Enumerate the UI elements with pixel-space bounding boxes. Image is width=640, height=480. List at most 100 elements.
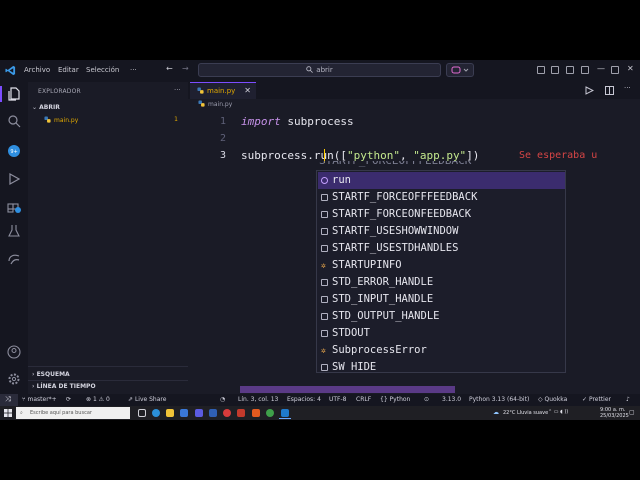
python-file-icon (198, 100, 205, 107)
method-icon (321, 177, 328, 184)
menu-more[interactable]: ··· (130, 66, 137, 74)
explorer-icon[interactable] (7, 87, 21, 101)
prettier-status[interactable]: ✓ Prettier (582, 396, 611, 403)
maximize-icon[interactable] (611, 66, 619, 74)
tray-icons[interactable]: ⌃ ▭ ◖ )) (548, 409, 568, 415)
end-of-line[interactable]: CRLF (356, 396, 371, 403)
menu-seleccion[interactable]: Selección (86, 66, 119, 74)
nav-back-icon[interactable]: ← (166, 64, 173, 73)
file-name: main.py (54, 117, 79, 124)
outline-section[interactable]: › ESQUEMA (32, 371, 70, 378)
remote-icon: ⤨ (5, 395, 11, 403)
app-icon[interactable] (195, 409, 203, 417)
file-explorer-icon[interactable] (166, 409, 174, 417)
suggestion-item[interactable]: STARTF_FORCEONFEEDBACK (318, 206, 565, 223)
suggestion-item[interactable]: ✲ SubprocessError (318, 342, 565, 359)
quokka-status[interactable]: ◇ Quokka (538, 396, 567, 403)
toggle-panel-icon[interactable] (551, 66, 559, 74)
timeline-section[interactable]: › LÍNEA DE TIEMPO (32, 383, 96, 390)
remote-explorer-icon[interactable] (7, 252, 21, 266)
copilot-status-icon[interactable]: ◔ (220, 396, 225, 403)
suggestion-item[interactable]: STARTF_FORCEOFFFEEDBACK (318, 189, 565, 206)
open-file-main-py[interactable]: main.py 1 (44, 116, 188, 126)
braces-icon: {} (380, 396, 390, 403)
account-icon[interactable] (7, 345, 21, 359)
python-interpreter[interactable]: Python 3.13 (64-bit) (469, 396, 529, 403)
cursor-position[interactable]: Lín. 3, col. 13 (238, 396, 278, 403)
python-env-icon[interactable]: ⊙ (424, 396, 429, 403)
taskbar-search-input[interactable]: ⌕ Escribe aquí para buscar (16, 407, 130, 419)
nav-forward-icon[interactable]: → (182, 64, 189, 73)
open-editors-section[interactable]: ⌄ ABRIR (32, 104, 60, 111)
notification-center-icon[interactable]: ▢ (629, 409, 635, 416)
editor-tab-bar: main.py ✕ ··· (188, 82, 640, 99)
chevron-right-icon: › (32, 371, 35, 378)
search-sidebar-icon[interactable] (7, 114, 21, 128)
suggestion-item[interactable]: STDOUT (318, 325, 565, 342)
encoding[interactable]: UTF-8 (329, 396, 347, 403)
ghost-suggestion-text: STARTF_FORCEOFFFEEDBACK (319, 161, 519, 167)
suggestion-item[interactable]: STD_OUTPUT_HANDLE (318, 308, 565, 325)
edge-icon[interactable] (152, 409, 160, 417)
vscode-taskbar-icon[interactable] (281, 409, 289, 417)
editor-more-icon[interactable]: ··· (624, 84, 631, 92)
store-icon[interactable] (180, 409, 188, 417)
live-share-icon: ⇗ (128, 396, 135, 403)
suggestion-item[interactable]: STD_INPUT_HANDLE (318, 291, 565, 308)
sync-icon[interactable]: ⟳ (66, 396, 71, 403)
clock-date[interactable]: 25/03/2025 (600, 413, 629, 419)
testing-icon[interactable] (7, 224, 21, 238)
task-view-icon[interactable] (138, 409, 146, 417)
close-window-icon[interactable]: ✕ (627, 64, 634, 73)
line-number: 3 (219, 150, 226, 161)
weather-text[interactable]: 22°C Lluvia suave (503, 410, 548, 416)
live-share-status[interactable]: ⇗ Live Share (128, 396, 166, 403)
tab-main-py[interactable]: main.py ✕ (190, 82, 256, 99)
windows-start-icon[interactable] (4, 409, 12, 417)
active-app-indicator (279, 418, 291, 419)
suggestion-item[interactable]: ✲ STARTUPINFO (318, 257, 565, 274)
constant-icon (321, 296, 328, 303)
source-control-icon[interactable]: 9+ (7, 144, 21, 158)
suggestion-item[interactable]: STARTF_USESTDHANDLES (318, 240, 565, 257)
split-editor-icon[interactable] (605, 86, 614, 95)
notifications-bell-icon[interactable]: ♪ (626, 396, 630, 403)
language-mode[interactable]: {} Python (380, 396, 410, 403)
autocomplete-suggest-widget[interactable]: run STARTF_FORCEOFFFEEDBACK STARTF_FORCE… (316, 170, 566, 373)
run-python-icon[interactable] (585, 86, 594, 95)
office-icon[interactable] (237, 409, 245, 417)
horizontal-scrollbar-thumb[interactable] (240, 386, 455, 393)
minimize-icon[interactable]: — (597, 64, 605, 73)
word-icon[interactable] (209, 409, 217, 417)
tab-label: main.py (207, 87, 236, 95)
menu-archivo[interactable]: Archivo (24, 66, 50, 74)
toggle-sidebar-icon[interactable] (537, 66, 545, 74)
remote-indicator[interactable]: ⤨ (0, 394, 18, 406)
branch-status[interactable]: ⑂ master*+ (22, 396, 57, 403)
toggle-secondary-sidebar-icon[interactable] (566, 66, 574, 74)
suggestion-item[interactable]: STARTF_USESHOWWINDOW (318, 223, 565, 240)
warning-icon: ⚠ (96, 396, 106, 403)
opera-icon[interactable] (223, 409, 231, 417)
customize-layout-icon[interactable] (581, 66, 589, 74)
sidebar-more-icon[interactable]: ··· (174, 86, 181, 94)
menu-editar[interactable]: Editar (58, 66, 79, 74)
code-line-1[interactable]: import subprocess (241, 115, 354, 128)
settings-gear-icon[interactable] (7, 372, 21, 386)
chrome-icon[interactable] (266, 409, 274, 417)
copilot-button[interactable] (446, 63, 474, 77)
command-center-search[interactable]: abrir (198, 63, 441, 77)
copilot-icon (451, 66, 469, 74)
suggestion-item[interactable]: STD_ERROR_HANDLE (318, 274, 565, 291)
suggestion-item[interactable]: SW_HIDE (318, 359, 565, 372)
indentation[interactable]: Espacios: 4 (287, 396, 321, 403)
run-debug-icon[interactable] (7, 172, 21, 186)
python-version[interactable]: 3.13.0 (442, 396, 461, 403)
problems-status[interactable]: ⊗ 1 ⚠ 0 (86, 396, 110, 403)
app-icon[interactable] (252, 409, 260, 417)
close-tab-icon[interactable]: ✕ (244, 83, 251, 99)
extensions-icon[interactable] (7, 199, 21, 213)
breadcrumb[interactable]: main.py (188, 99, 640, 111)
suggestion-item[interactable]: run (318, 172, 565, 189)
constant-icon (321, 245, 328, 252)
